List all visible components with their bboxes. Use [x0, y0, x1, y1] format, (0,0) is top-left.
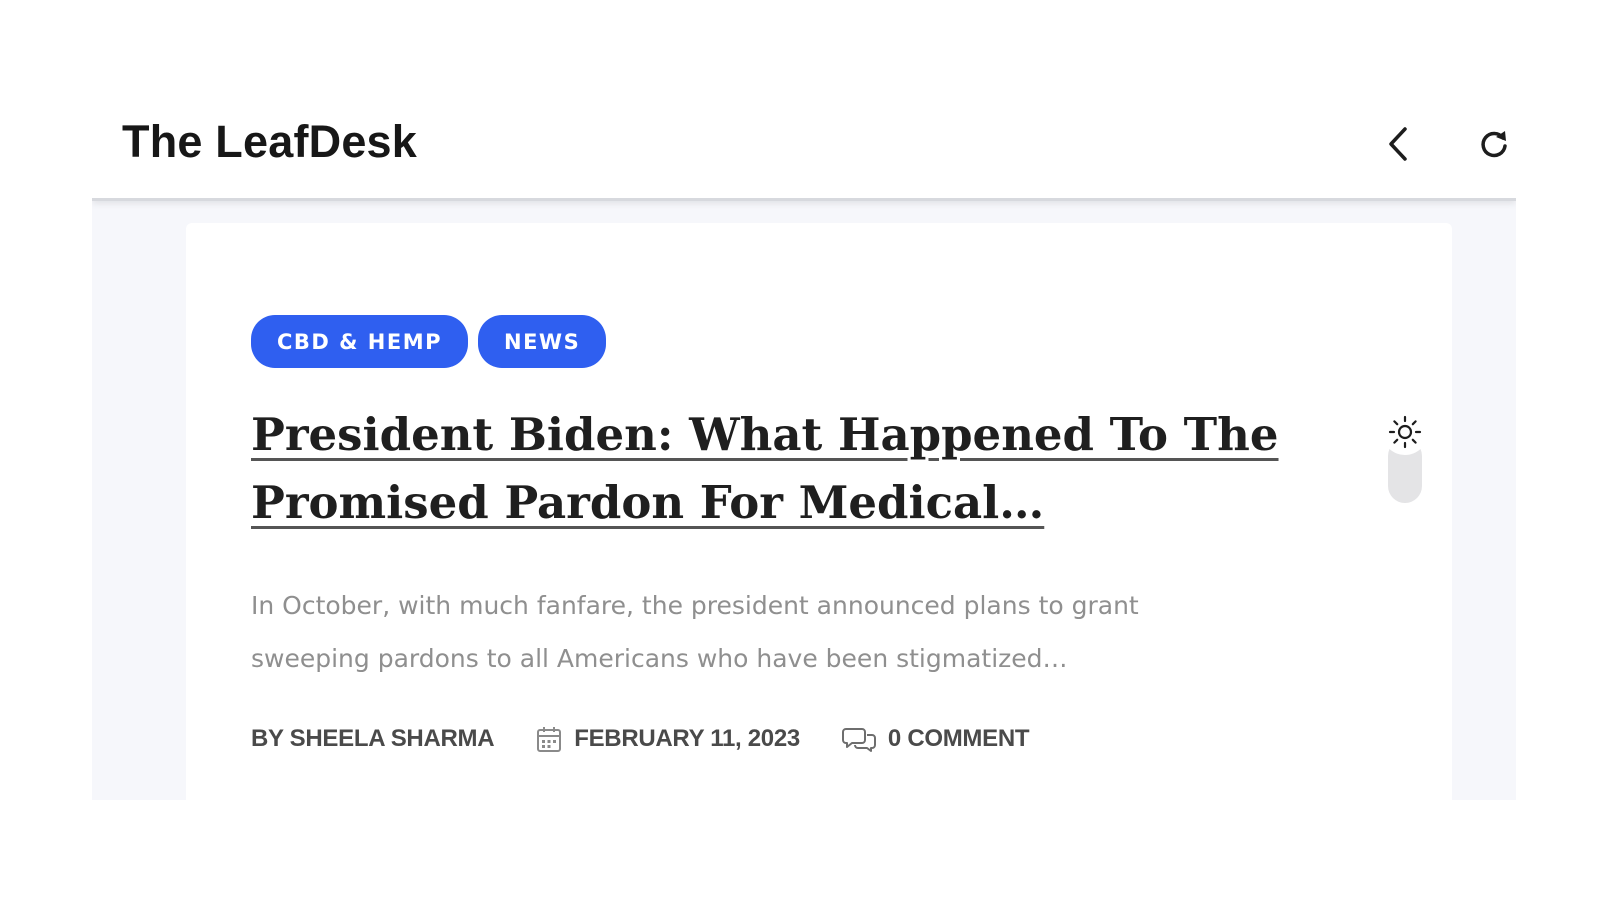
article-excerpt-line-1: In October, with much fanfare, the presi…: [251, 591, 1139, 620]
article-date[interactable]: FEBRUARY 11, 2023: [574, 725, 800, 753]
content-area: CBD & HEMP NEWS President Biden: What Ha…: [92, 201, 1516, 800]
refresh-icon: [1481, 131, 1507, 158]
article-comments[interactable]: 0 COMMENT: [888, 725, 1030, 753]
app-window: The LeafDesk CBD & HEMP NEWS President B…: [92, 88, 1516, 800]
article-card: CBD & HEMP NEWS President Biden: What Ha…: [186, 223, 1452, 800]
back-button[interactable]: [1376, 122, 1420, 166]
app-title: The LeafDesk: [122, 116, 418, 167]
sun-icon: [1388, 415, 1422, 449]
article-excerpt-line-2: sweeping pardons to all Americans who ha…: [251, 644, 1068, 673]
tag-cbd-hemp[interactable]: CBD & HEMP: [251, 315, 468, 368]
theme-toggle-button[interactable]: [1382, 409, 1428, 455]
refresh-button[interactable]: [1472, 122, 1516, 166]
calendar-icon: [536, 725, 562, 753]
article-headline[interactable]: President Biden: What Happened To The Pr…: [251, 401, 1331, 537]
article-meta: BY SHEELA SHARMA FEBRUARY 11, 2023 0 COM…: [251, 719, 1030, 759]
comment-bubbles-icon: [841, 725, 876, 753]
article-headline-line-2: Promised Pardon For Medical…: [251, 476, 1045, 529]
tag-news[interactable]: NEWS: [478, 315, 607, 368]
article-headline-line-1: President Biden: What Happened To The: [251, 408, 1279, 461]
top-bar: The LeafDesk: [92, 88, 1516, 201]
article-excerpt: In October, with much fanfare, the presi…: [251, 579, 1311, 685]
chevron-left-icon: [1389, 127, 1407, 161]
article-author[interactable]: BY SHEELA SHARMA: [251, 725, 495, 753]
tag-list: CBD & HEMP NEWS: [251, 315, 607, 368]
